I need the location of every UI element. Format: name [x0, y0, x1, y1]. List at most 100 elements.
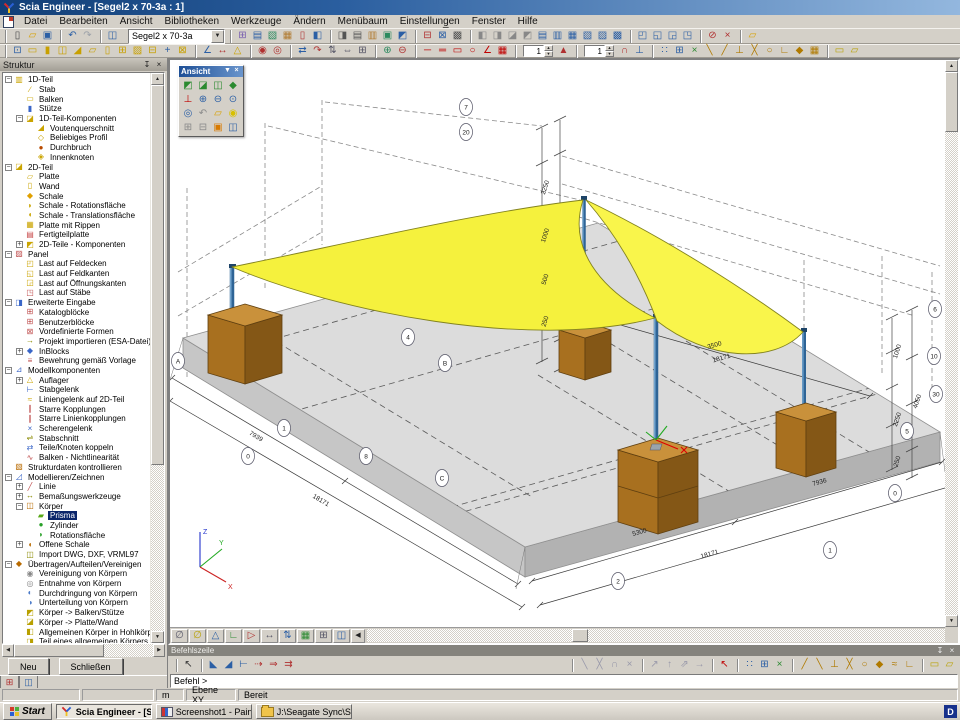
tree-item[interactable]: ∥Starre Linienkopplungen	[3, 414, 150, 424]
scroll-left-icon[interactable]: ◀	[2, 644, 14, 657]
accept-button[interactable]: ⊕	[380, 45, 395, 58]
collapse-icon[interactable]: −	[16, 503, 23, 510]
tree-item[interactable]: ◲Last auf Öffnungskanten	[3, 278, 150, 288]
report-button[interactable]: ▣	[380, 30, 395, 43]
profile-library-button[interactable]: ▤	[250, 30, 265, 43]
tree-item[interactable]: −⊿Modellkomponenten	[3, 366, 150, 376]
tree-item[interactable]: +◖Offene Schale	[3, 540, 150, 550]
snap-perp-button[interactable]: ⊥	[732, 45, 747, 58]
expand-icon[interactable]: +	[16, 377, 23, 384]
tree-item[interactable]: ⊞Benutzerblöcke	[3, 317, 150, 327]
close-button[interactable]: Schließen	[59, 658, 123, 675]
tree-item[interactable]: ▱Platte	[3, 172, 150, 182]
draw-line-button[interactable]: ─	[420, 45, 435, 58]
collapse-icon[interactable]: −	[16, 115, 23, 122]
snap-intersect-button[interactable]: ╳	[747, 45, 762, 58]
tree-item[interactable]: −◪1D-Teil-Komponenten	[3, 114, 150, 124]
collapse-icon[interactable]: −	[5, 76, 12, 83]
tree-item[interactable]: ⊞Katalogblöcke	[3, 308, 150, 318]
hide-elements-button[interactable]: ⊘	[705, 30, 720, 43]
draw-raster-button[interactable]: ▦	[495, 45, 510, 58]
tree-item[interactable]: +◆InBlocks	[3, 346, 150, 356]
combo-dropdown-icon[interactable]: ▼	[211, 30, 224, 43]
menu-item[interactable]: Ansicht	[114, 16, 159, 27]
draw-circle-button[interactable]: ○	[465, 45, 480, 58]
dimension-style-button[interactable]: ↔	[261, 629, 278, 643]
command-input[interactable]: Befehl >	[170, 674, 958, 688]
picture-button[interactable]: ▥	[365, 30, 380, 43]
perspective-off-button[interactable]: ∅	[171, 629, 188, 643]
snap-end-button[interactable]: ╲	[702, 45, 717, 58]
expand-icon[interactable]: +	[16, 241, 23, 248]
paperspace-gallery-button[interactable]: ▦	[280, 30, 295, 43]
tree-item[interactable]: +╱Linie	[3, 482, 150, 492]
zoom-previous-button[interactable]: ↶	[196, 107, 210, 120]
snap-ortho-button[interactable]: ∟	[777, 45, 792, 58]
cross-sections-button[interactable]: ⊞	[235, 30, 250, 43]
view-axo-button[interactable]: ◆	[226, 79, 240, 92]
tree-item[interactable]: →Projekt importieren (ESA-Datei)	[3, 337, 150, 347]
tree-item[interactable]: ⊢Stabgelenk	[3, 385, 150, 395]
tree-item[interactable]: ◢Voutenquerschnitt	[3, 123, 150, 133]
tree-item[interactable]: ∕Stab	[3, 85, 150, 95]
track-up-button[interactable]: ↑	[662, 659, 677, 672]
move-tool-button[interactable]: ⇄	[295, 45, 310, 58]
tree-item[interactable]: ◐Durchdringung von Körpern	[3, 588, 150, 598]
draw-rectangle-button[interactable]: ▭	[450, 45, 465, 58]
level-spinner[interactable]: 1▲▼	[523, 45, 553, 57]
tree-item[interactable]: +◩2D-Teile - Komponenten	[3, 240, 150, 250]
scale-tool-button[interactable]: ⇔	[340, 45, 355, 58]
perspective-on-button[interactable]: ∅	[189, 629, 206, 643]
tree-item[interactable]: ⊠Vordefinierte Formen	[3, 327, 150, 337]
check-data-button[interactable]: ⊠	[435, 30, 450, 43]
track-node-button[interactable]: ↗	[647, 659, 662, 672]
snap-arc-button[interactable]: ∩	[607, 659, 622, 672]
scroll-up-icon[interactable]: ▲	[945, 60, 958, 72]
scrollbar-thumb[interactable]	[945, 72, 958, 132]
cross-beam-button[interactable]: ◫	[55, 45, 70, 58]
tree-item[interactable]: ×Scherengelenk	[3, 424, 150, 434]
frame-xy-button[interactable]: ◨	[490, 30, 505, 43]
layer-up-button[interactable]: ▲	[556, 45, 571, 58]
spinner-value[interactable]: 1	[523, 45, 544, 57]
scrollbar-thumb[interactable]	[151, 85, 164, 465]
spinner-down-icon[interactable]: ▼	[605, 51, 614, 57]
menu-item[interactable]: Fenster	[466, 16, 512, 27]
open-service-button[interactable]: ▱	[745, 30, 760, 43]
reject-button[interactable]: ⊖	[395, 45, 410, 58]
menu-item[interactable]: Einstellung̲en	[394, 16, 466, 27]
working-plane-button[interactable]: ∩	[617, 45, 632, 58]
tree-item[interactable]: ◱Last auf Feldkanten	[3, 269, 150, 279]
tree-item[interactable]: −◫Körper	[3, 501, 150, 511]
extend-b-button[interactable]: ⇒	[266, 659, 281, 672]
spinner-value[interactable]: 1	[584, 45, 605, 57]
extend-a-button[interactable]: ⇢	[251, 659, 266, 672]
frame-view-3-button[interactable]: ▦	[565, 30, 580, 43]
print-data-button[interactable]: ▤	[350, 30, 365, 43]
load-panel-button[interactable]: ▨	[130, 45, 145, 58]
internal-node-button[interactable]: ⊠	[175, 45, 190, 58]
extend-c-button[interactable]: ⇉	[281, 659, 296, 672]
zoom-in-button[interactable]: ⊕	[196, 93, 210, 106]
status-plane[interactable]: Ebene XY	[186, 689, 236, 701]
node-button[interactable]: ⊡	[10, 45, 25, 58]
scroll-right-icon[interactable]: ▶	[153, 644, 165, 657]
new-project-button[interactable]: ▯	[10, 30, 25, 43]
expand-icon[interactable]: +	[16, 541, 23, 548]
view-palette-titlebar[interactable]: Ansicht ▼ ×	[179, 66, 243, 77]
taskbar-task[interactable]: Screenshot1 - Paint	[156, 704, 252, 719]
tree-item[interactable]: +△Auflager	[3, 375, 150, 385]
snap-orthogonal-button[interactable]: ∟	[902, 659, 917, 672]
tree-item[interactable]: ▯Wand	[3, 182, 150, 192]
load-display-button[interactable]: ▷	[243, 629, 260, 643]
scroll-down-icon[interactable]: ▼	[945, 615, 958, 627]
scale-symbols-button[interactable]: △	[207, 629, 224, 643]
menu-item[interactable]: Datei	[18, 16, 53, 27]
view-y-button[interactable]: ◪	[196, 79, 210, 92]
rendering-button[interactable]: ▦	[297, 629, 314, 643]
tree-item[interactable]: ∿Balken - Nichtlinearität	[3, 453, 150, 463]
copy-window-button[interactable]: ◰	[635, 30, 650, 43]
tree-item[interactable]: ◑Unterteilung von Körpern	[3, 598, 150, 608]
view-dialog-button[interactable]: ◫	[226, 121, 240, 134]
shading-button[interactable]: ◉	[226, 107, 240, 120]
